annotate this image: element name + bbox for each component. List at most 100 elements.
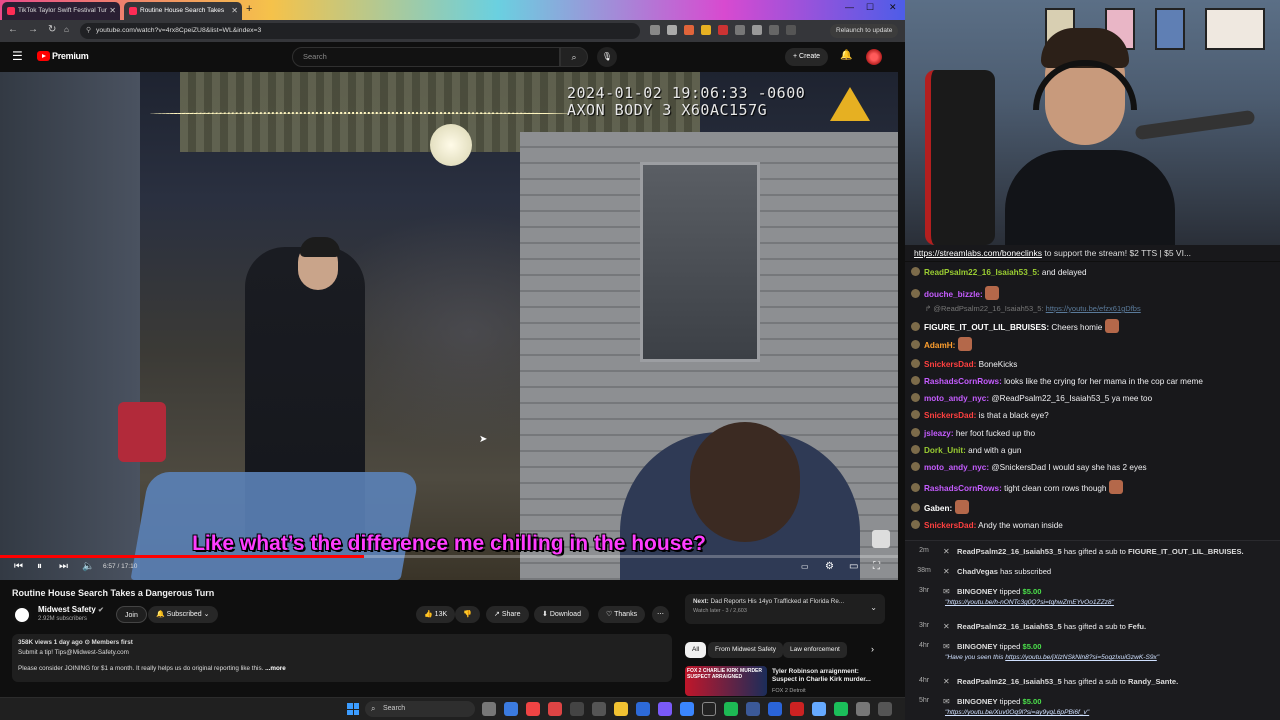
bookmark-star-icon[interactable] bbox=[667, 25, 677, 35]
previous-icon[interactable]: ⏮ bbox=[14, 561, 23, 572]
chat-username[interactable]: SnickersDad: bbox=[924, 411, 976, 420]
chat-username[interactable]: moto_andy_nyc: bbox=[924, 463, 989, 472]
extension-icon[interactable] bbox=[752, 25, 762, 35]
channel-watermark-icon[interactable] bbox=[872, 530, 890, 548]
forward-arrow-icon[interactable]: → bbox=[28, 24, 38, 35]
subscribed-button[interactable]: 🔔 Subscribed ⌄ bbox=[148, 606, 218, 623]
theater-mode-icon[interactable]: ▭ bbox=[849, 561, 858, 572]
next-icon[interactable]: ⏭ bbox=[59, 561, 68, 572]
chat-username[interactable]: SnickersDad: bbox=[924, 360, 976, 369]
reload-icon[interactable]: ↻ bbox=[48, 24, 56, 35]
profile-icon[interactable] bbox=[786, 25, 796, 35]
event-user[interactable]: ReadPsalm22_16_Isaiah53_5 bbox=[957, 547, 1062, 556]
app-icon[interactable] bbox=[570, 702, 584, 716]
chip-from-channel[interactable]: From Midwest Safety bbox=[708, 642, 784, 658]
event-target[interactable]: Fefu. bbox=[1128, 622, 1146, 631]
home-icon[interactable]: ⌂ bbox=[64, 25, 69, 34]
extension-icon[interactable] bbox=[684, 25, 694, 35]
recommended-thumbnail[interactable]: FOX 2 CHARLIE KIRK MURDER SUSPECT ARRAIG… bbox=[685, 666, 767, 696]
volume-icon[interactable]: 🔈 bbox=[82, 561, 94, 572]
create-button[interactable]: + Create bbox=[785, 48, 829, 66]
extension-icon[interactable] bbox=[718, 25, 728, 35]
chat-username[interactable]: FIGURE_IT_OUT_LIL_BRUISES: bbox=[924, 323, 1049, 332]
avatar[interactable] bbox=[866, 49, 882, 65]
more-actions-icon[interactable]: ⋯ bbox=[652, 606, 669, 623]
event-user[interactable]: ReadPsalm22_16_Isaiah53_5 bbox=[957, 677, 1062, 686]
pause-icon[interactable]: ⏸ bbox=[37, 561, 42, 572]
channel-avatar[interactable] bbox=[12, 605, 32, 625]
video-description[interactable]: 358K views 1 day ago ⊙ Members first Sub… bbox=[12, 634, 672, 682]
up-next-card[interactable]: Next: Dad Reports His 14yo Trafficked at… bbox=[685, 594, 885, 624]
event-user[interactable]: ReadPsalm22_16_Isaiah53_5 bbox=[957, 622, 1062, 631]
obs-icon[interactable] bbox=[548, 702, 562, 716]
app-icon[interactable] bbox=[768, 702, 782, 716]
show-more-link[interactable]: ...more bbox=[265, 665, 286, 672]
chat-username[interactable]: AdamH: bbox=[924, 341, 955, 350]
event-target[interactable]: Randy_Sante. bbox=[1128, 677, 1178, 686]
chat-username[interactable]: RashadsCornRows: bbox=[924, 377, 1002, 386]
back-arrow-icon[interactable]: ← bbox=[8, 24, 18, 35]
relaunch-button[interactable]: Relaunch to update bbox=[830, 24, 899, 38]
app-icon[interactable] bbox=[746, 702, 760, 716]
download-button[interactable]: ⬇ Download bbox=[534, 606, 589, 623]
close-tab-icon[interactable]: ✕ bbox=[109, 2, 116, 20]
join-button[interactable]: Join bbox=[116, 606, 147, 623]
mail-icon[interactable] bbox=[636, 702, 650, 716]
app-icon[interactable] bbox=[592, 702, 606, 716]
app-icon[interactable] bbox=[702, 702, 716, 716]
extension-icon[interactable] bbox=[769, 25, 779, 35]
event-user[interactable]: ChadVegas bbox=[957, 567, 998, 576]
streamlabs-link[interactable]: https://streamlabs.com/boneclinks bbox=[914, 248, 1042, 258]
close-tab-icon[interactable]: ✕ bbox=[231, 2, 238, 20]
event-target[interactable]: FIGURE_IT_OUT_LIL_BRUISES. bbox=[1128, 547, 1244, 556]
reply-link[interactable]: https://youtu.be/efzx61gDfbs bbox=[1046, 304, 1141, 313]
start-icon[interactable] bbox=[347, 703, 359, 715]
file-explorer-icon[interactable] bbox=[614, 702, 628, 716]
channel-name[interactable]: Midwest Safety ✔ bbox=[38, 605, 104, 614]
search-icon[interactable]: ⌕ bbox=[560, 47, 588, 67]
maximize-icon[interactable]: ☐ bbox=[866, 2, 874, 13]
close-window-icon[interactable]: ✕ bbox=[889, 2, 897, 13]
chat-username[interactable]: Gaben: bbox=[924, 504, 952, 513]
discord-icon[interactable] bbox=[658, 702, 672, 716]
video-player[interactable]: 2024-01-02 19:06:33 -0600 AXON BODY 3 X6… bbox=[0, 72, 898, 580]
chat-username[interactable]: moto_andy_nyc: bbox=[924, 394, 989, 403]
tip-message-text[interactable]: "https://youtu.be/h-nONTc3g0Q?si=tqhwZmE… bbox=[945, 599, 1114, 606]
app-icon[interactable] bbox=[834, 702, 848, 716]
chat-username[interactable]: douche_bizzle: bbox=[924, 290, 983, 299]
settings-gear-icon[interactable]: ⚙ bbox=[825, 561, 834, 572]
app-icon[interactable] bbox=[790, 702, 804, 716]
cast-icon[interactable] bbox=[650, 25, 660, 35]
taskbar-search[interactable]: ⌕ Search bbox=[365, 701, 475, 717]
extension-icon[interactable] bbox=[701, 25, 711, 35]
chip-all[interactable]: All bbox=[685, 642, 707, 658]
edge-icon[interactable] bbox=[680, 702, 694, 716]
chip-law-enforcement[interactable]: Law enforcement bbox=[783, 642, 847, 658]
dislike-button[interactable]: 👎 bbox=[455, 606, 480, 623]
spotify-icon[interactable] bbox=[724, 702, 738, 716]
search-input[interactable]: Search bbox=[292, 47, 560, 67]
tip-message-text[interactable]: "https://youtu.be/Xuv0Oq9l?si=ay9yqL6pPB… bbox=[945, 709, 1089, 716]
recommended-title[interactable]: Tyler Robinson arraignment: Suspect in C… bbox=[772, 668, 882, 684]
chat-username[interactable]: SnickersDad: bbox=[924, 521, 976, 530]
address-bar[interactable]: ⚲ youtube.com/watch?v=4rx8CpeiZU8&list=W… bbox=[80, 23, 640, 39]
new-tab-button[interactable]: + bbox=[246, 3, 252, 15]
youtube-logo-icon[interactable] bbox=[37, 51, 50, 61]
app-icon[interactable] bbox=[856, 702, 870, 716]
chrome-icon[interactable] bbox=[526, 702, 540, 716]
chat-username[interactable]: ReadPsalm22_16_Isaiah53_5: bbox=[924, 268, 1040, 277]
event-user[interactable]: BINGONEY bbox=[957, 697, 998, 706]
chat-username[interactable]: jsleazy: bbox=[924, 429, 954, 438]
chevron-right-icon[interactable]: › bbox=[871, 644, 874, 654]
app-icon[interactable] bbox=[812, 702, 826, 716]
fullscreen-icon[interactable]: ⛶ bbox=[873, 561, 880, 572]
event-user[interactable]: BINGONEY bbox=[957, 587, 998, 596]
event-user[interactable]: BINGONEY bbox=[957, 642, 998, 651]
extension-icon[interactable] bbox=[735, 25, 745, 35]
browser-tab-tiktok[interactable]: TikTok Taylor Swift Festival Tur ✕ bbox=[2, 2, 120, 20]
like-button[interactable]: 👍 13K bbox=[416, 606, 456, 623]
captions-icon[interactable]: ▭ bbox=[801, 562, 809, 571]
thanks-button[interactable]: ♡ Thanks bbox=[598, 606, 646, 623]
menu-icon[interactable]: ☰ bbox=[12, 49, 23, 63]
chat-username[interactable]: Dork_Unit: bbox=[924, 446, 966, 455]
